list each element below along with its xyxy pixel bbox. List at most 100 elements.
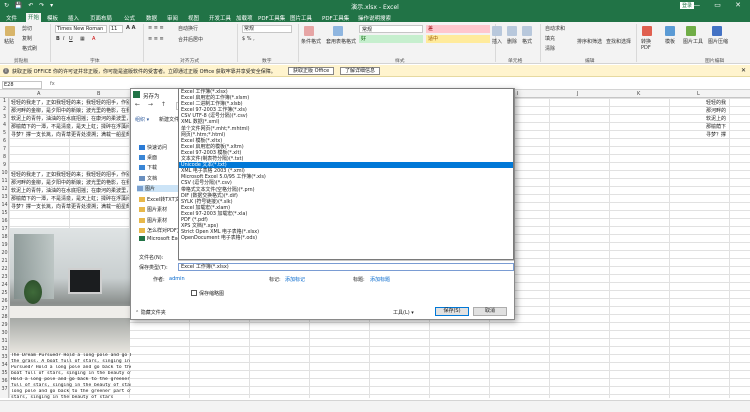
row-header[interactable]: 5 xyxy=(1,131,8,136)
templates-button[interactable]: 模板 xyxy=(665,38,675,45)
row-header[interactable]: 33 xyxy=(1,355,8,360)
nav-item[interactable]: 图片 xyxy=(137,185,181,192)
column-header[interactable]: A xyxy=(37,91,40,97)
row-header[interactable]: 13 xyxy=(1,195,8,200)
cell-text[interactable]: 那河畔的金柳，是夕阳中的新娘；波光里的艳影，在我的心头荡漾。 xyxy=(11,179,129,186)
row-header[interactable]: 29 xyxy=(1,323,8,328)
font-name-select[interactable]: Times New Roman xyxy=(55,25,107,33)
nav-item[interactable]: 文档 xyxy=(139,175,157,182)
name-box[interactable]: E28 xyxy=(2,81,42,89)
align-top-icon[interactable]: ≡ ≡ ≡ xyxy=(148,25,164,31)
merge-center-button[interactable]: 合并后居中 xyxy=(178,36,203,43)
row-header[interactable]: 27 xyxy=(1,307,8,312)
conditional-format-button[interactable]: 条件格式 xyxy=(301,38,321,45)
column-header[interactable]: I xyxy=(517,91,518,97)
format-cells-button[interactable]: 格式 xyxy=(522,38,532,45)
cell-text[interactable]: 那河畔的 xyxy=(706,107,726,114)
conditional-format-icon[interactable] xyxy=(304,26,314,36)
convert-pdf-icon[interactable] xyxy=(642,26,652,36)
number-format-select[interactable]: 常规 xyxy=(242,25,292,33)
file-type-option[interactable]: OpenDocument 电子表格(*.ods) xyxy=(179,235,513,241)
row-header[interactable]: 18 xyxy=(1,235,8,240)
add-tag-link[interactable]: 添加标记 xyxy=(285,276,305,283)
thumbnail-checkbox[interactable] xyxy=(191,290,197,296)
row-header[interactable]: 23 xyxy=(1,275,8,280)
row-header[interactable]: 19 xyxy=(1,243,8,248)
percent-icon[interactable]: $ % , xyxy=(242,36,255,42)
row-header[interactable]: 9 xyxy=(1,163,8,168)
cell-text[interactable]: 那榆荫下的一潭，不是清泉，是天上虹；揉碎在浮藻间，沉淀着彩虹似的梦。 xyxy=(11,123,129,130)
row-header[interactable]: 8 xyxy=(1,155,8,160)
row-header[interactable]: 28 xyxy=(1,315,8,320)
row-header[interactable]: 21 xyxy=(1,259,8,264)
cell-text[interactable]: 软泥上的青荇，油油的在水底招摇；在康河的柔波里，我甘心做一条水草！ xyxy=(11,115,129,122)
image-tools-icon[interactable] xyxy=(686,26,696,36)
style-good[interactable]: 好 xyxy=(359,35,423,43)
cell-text[interactable]: 软泥上的青荇，油油的在水底招摇；在康河的柔波里，我甘心做一条水草！ xyxy=(11,187,129,194)
style-normal[interactable]: 常规 xyxy=(359,25,423,33)
tab-formulas[interactable]: 公式 xyxy=(124,14,135,22)
style-bad[interactable]: 差 xyxy=(426,25,490,33)
tab-developer[interactable]: 开发工具 xyxy=(209,14,231,22)
find-select-button[interactable]: 查找和选择 xyxy=(606,38,631,45)
borders-icon[interactable]: ▦ xyxy=(80,36,85,42)
font-color-icon[interactable]: A xyxy=(92,36,95,42)
sort-filter-button[interactable]: 排序和筛选 xyxy=(577,38,602,45)
fill-button[interactable]: 填充 xyxy=(545,35,555,42)
column-header[interactable]: B xyxy=(97,91,100,97)
row-header[interactable]: 10 xyxy=(1,171,8,176)
row-header[interactable]: 36 xyxy=(1,379,8,384)
image-compress-button[interactable]: 图片压缩 xyxy=(708,38,728,45)
align-left-icon[interactable]: ≡ ≡ ≡ xyxy=(148,36,164,42)
paste-icon[interactable] xyxy=(5,26,15,36)
nav-item[interactable]: 图片素材 xyxy=(139,217,167,224)
convert-pdf-button[interactable]: 转换PDF xyxy=(641,38,657,51)
learn-more-button[interactable]: 了解详细信息 xyxy=(340,67,381,75)
row-header[interactable]: 12 xyxy=(1,187,8,192)
row-header[interactable]: 7 xyxy=(1,147,8,152)
save-button[interactable]: 保存(S) xyxy=(435,307,469,316)
add-title-link[interactable]: 添加标题 xyxy=(370,276,390,283)
cell-text[interactable]: 轻轻的我 xyxy=(706,99,726,106)
row-header[interactable]: 11 xyxy=(1,179,8,184)
row-header[interactable]: 17 xyxy=(1,227,8,232)
tab-review[interactable]: 审阅 xyxy=(167,14,178,22)
row-header[interactable]: 22 xyxy=(1,267,8,272)
row-header[interactable]: 35 xyxy=(1,371,8,376)
file-type-select[interactable]: Excel 工作簿(*.xlsx) xyxy=(178,263,514,271)
row-header[interactable]: 6 xyxy=(1,139,8,144)
tab-data[interactable]: 数据 xyxy=(146,14,157,22)
autosum-button[interactable]: 自动求和 xyxy=(545,25,565,32)
image-tools-button[interactable]: 图片工具 xyxy=(683,38,703,45)
nav-item[interactable]: 图片素材 xyxy=(139,206,167,213)
table-format-button[interactable]: 套用表格格式 xyxy=(326,38,356,45)
row-header[interactable]: 15 xyxy=(1,211,8,216)
row-header[interactable]: 37 xyxy=(1,387,8,392)
tab-insert[interactable]: 插入 xyxy=(68,14,79,22)
cell-text[interactable]: 那河畔的金柳，是夕阳中的新娘；波光里的艳影，在我的心头荡漾。 xyxy=(11,107,129,114)
row-header[interactable]: 20 xyxy=(1,251,8,256)
tab-pdf-tools[interactable]: PDF工具集 xyxy=(258,14,285,22)
row-header[interactable]: 16 xyxy=(1,219,8,224)
italic-icon[interactable]: I xyxy=(63,36,64,42)
cancel-button[interactable]: 取消 xyxy=(473,307,507,316)
nav-item[interactable]: Excel转TXT文 xyxy=(139,196,180,203)
row-header[interactable]: 24 xyxy=(1,283,8,288)
row-header[interactable]: 4 xyxy=(1,123,8,128)
tab-addins[interactable]: 加载项 xyxy=(236,14,253,22)
tab-view[interactable]: 视图 xyxy=(188,14,199,22)
font-grow-icon[interactable]: A A xyxy=(126,25,135,31)
cell-text[interactable]: 寻梦？撑 xyxy=(706,131,726,138)
column-header[interactable]: L xyxy=(697,91,700,97)
cell-text[interactable]: 轻轻的我走了，正如我轻轻的来；我轻轻的招手，作别西天的云彩。 xyxy=(11,171,129,178)
cell-text[interactable]: 寻梦？撑一支长篙，向青草更青处漫溯；满载一船星辉，在星辉斑斓里放歌。 xyxy=(11,203,129,210)
tab-home[interactable]: 开始 xyxy=(26,13,42,22)
nav-item[interactable]: 下载 xyxy=(139,164,157,171)
row-header[interactable]: 26 xyxy=(1,299,8,304)
column-header[interactable]: K xyxy=(637,91,640,97)
inserted-picture[interactable] xyxy=(10,228,130,353)
tab-pdf-tools-2[interactable]: PDF工具集 xyxy=(322,14,349,22)
row-header[interactable]: 2 xyxy=(1,107,8,112)
cut-button[interactable]: 剪切 xyxy=(22,25,32,32)
clear-button[interactable]: 清除 xyxy=(545,45,555,52)
